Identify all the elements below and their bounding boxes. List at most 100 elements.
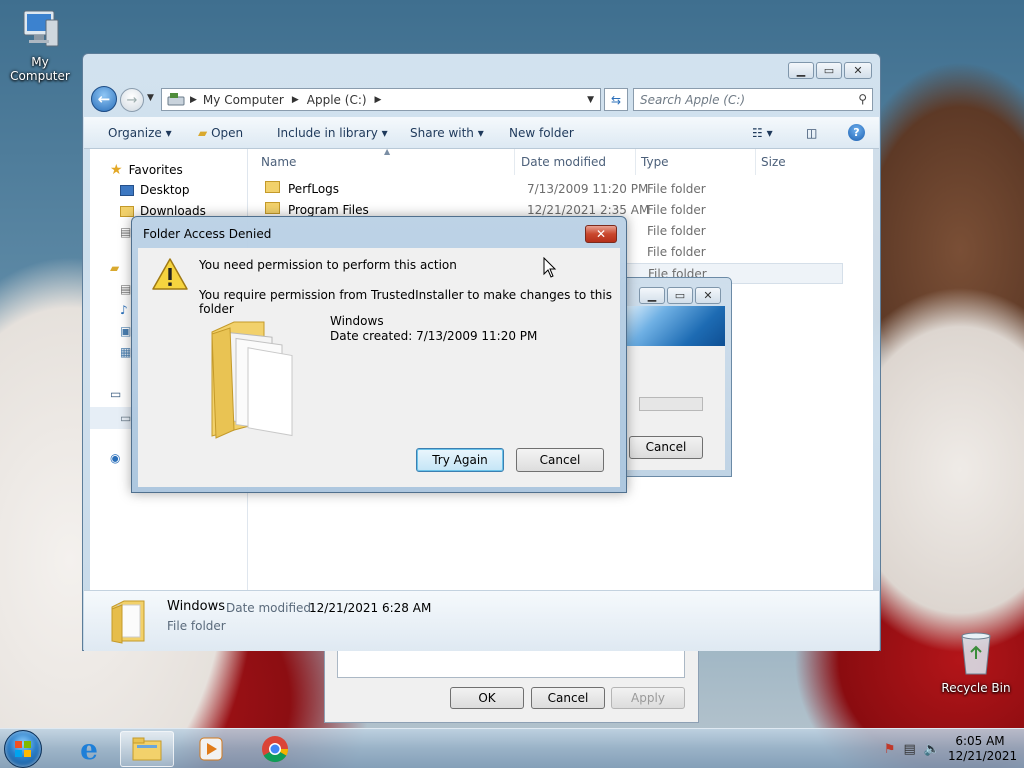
breadcrumb-drive[interactable]: Apple (C:) xyxy=(307,93,367,107)
progress-bar xyxy=(639,397,703,411)
organize-menu[interactable]: Organize ▾ xyxy=(108,126,172,140)
dialog-body: You need permission to perform this acti… xyxy=(138,248,620,487)
warning-icon xyxy=(152,258,188,290)
forward-button[interactable]: → xyxy=(120,88,144,112)
nav-libraries[interactable]: ▰ xyxy=(110,261,119,275)
nav-favorites[interactable]: ★ Favorites xyxy=(110,162,183,178)
system-tray: ⚑ ▤ 🔈 6:05 AM 12/21/2021 xyxy=(884,729,1018,768)
nav-network[interactable]: ◉ xyxy=(110,451,120,465)
taskbar-media-player[interactable] xyxy=(184,731,238,767)
close-button[interactable]: ✕ xyxy=(844,62,872,79)
refresh-button[interactable]: ⇆ xyxy=(604,88,628,111)
taskbar-internet-explorer[interactable]: e xyxy=(62,731,116,767)
network-icon[interactable]: ▤ xyxy=(904,742,916,757)
start-button[interactable] xyxy=(4,730,42,768)
folder-icon xyxy=(265,202,280,214)
column-header-type[interactable]: Type xyxy=(641,155,669,169)
open-button[interactable]: ▰ Open xyxy=(198,126,243,140)
try-again-button[interactable]: Try Again xyxy=(416,448,504,472)
dialog-cancel-button[interactable]: Cancel xyxy=(516,448,604,472)
taskbar: e ⚑ ▤ 🔈 6:05 AM 12/21/2021 xyxy=(0,728,1024,768)
details-date-label: Date modified: xyxy=(226,601,316,615)
file-operation-progress-window: ▁ ▭ ✕ Cancel xyxy=(620,277,732,477)
file-row[interactable]: PerfLogs 7/13/2009 11:20 PM File folder xyxy=(261,179,843,200)
taskbar-chrome[interactable] xyxy=(248,731,302,767)
clock-date: 12/21/2021 xyxy=(948,749,1018,763)
breadcrumb-my-computer[interactable]: My Computer xyxy=(203,93,284,107)
clock[interactable]: 6:05 AM 12/21/2021 xyxy=(948,734,1018,764)
my-computer-desktop-icon[interactable]: My Computer xyxy=(0,8,80,83)
properties-ok-button[interactable]: OK xyxy=(450,687,524,709)
minimize-icon: ▁ xyxy=(796,64,806,77)
new-folder-button[interactable]: New folder xyxy=(509,126,574,140)
minimize-button[interactable]: ▁ xyxy=(788,62,814,79)
folder-icon xyxy=(265,181,280,193)
details-pane: Windows Date modified: 12/21/2021 6:28 A… xyxy=(84,590,879,651)
change-view-button[interactable]: ☷ ▾ xyxy=(752,126,773,140)
windows-logo-icon xyxy=(15,741,31,757)
help-button[interactable]: ? xyxy=(848,124,865,141)
recycle-bin-desktop-icon[interactable]: Recycle Bin xyxy=(940,630,1012,695)
forward-arrow-icon: → xyxy=(126,92,138,108)
details-view-icon: ☷ xyxy=(752,126,763,140)
clock-time: 6:05 AM xyxy=(955,734,1005,748)
nav-desktop[interactable]: Desktop xyxy=(120,183,190,197)
documents-icon: ▤ xyxy=(120,282,132,296)
help-icon: ? xyxy=(853,126,860,139)
preview-pane-button[interactable]: ◫ xyxy=(806,126,817,140)
downloads-folder-icon xyxy=(120,205,134,217)
nav-recent-places[interactable]: ▤ xyxy=(120,225,131,239)
drive-icon: ▭ xyxy=(120,411,132,425)
minimize-button[interactable]: ▁ xyxy=(639,287,665,304)
column-header-size[interactable]: Size xyxy=(761,155,786,169)
action-center-flag-icon[interactable]: ⚑ xyxy=(884,742,896,757)
close-icon: ✕ xyxy=(703,289,713,302)
dialog-close-button[interactable]: ✕ xyxy=(585,225,617,243)
maximize-button[interactable]: ▭ xyxy=(667,287,693,304)
details-type: File folder xyxy=(167,619,226,633)
breadcrumb-separator-icon: ▶ xyxy=(374,94,382,105)
taskbar-windows-explorer[interactable] xyxy=(120,731,174,767)
close-icon: ✕ xyxy=(595,227,607,241)
column-header-date-modified[interactable]: Date modified xyxy=(521,155,606,169)
volume-icon[interactable]: 🔈 xyxy=(924,742,940,757)
maximize-icon: ▭ xyxy=(823,64,835,77)
folder-icon xyxy=(111,600,145,644)
nav-videos[interactable]: ▦ xyxy=(120,345,131,359)
properties-cancel-button[interactable]: Cancel xyxy=(531,687,605,709)
recent-pages-dropdown[interactable]: ▼ xyxy=(147,93,154,103)
drive-icon xyxy=(167,92,185,105)
chrome-icon xyxy=(262,736,289,763)
recycle-bin-icon xyxy=(961,632,991,675)
minimize-icon: ▁ xyxy=(647,289,657,302)
network-icon: ◉ xyxy=(110,451,121,465)
nav-music[interactable]: ♪ xyxy=(120,303,128,317)
column-header-name[interactable]: Name xyxy=(261,155,296,169)
music-icon: ♪ xyxy=(120,303,128,317)
computer-icon: ▭ xyxy=(110,387,122,401)
preview-pane-icon: ◫ xyxy=(806,126,818,140)
close-button[interactable]: ✕ xyxy=(695,287,721,304)
search-icon: ⚲ xyxy=(858,92,867,106)
videos-icon: ▦ xyxy=(120,345,132,359)
search-input[interactable]: Search Apple (C:) ⚲ xyxy=(633,88,873,111)
nav-documents[interactable]: ▤ xyxy=(120,282,131,296)
maximize-button[interactable]: ▭ xyxy=(816,62,842,79)
share-with-menu[interactable]: Share with ▾ xyxy=(410,126,484,140)
progress-cancel-button[interactable]: Cancel xyxy=(629,436,703,459)
properties-apply-button[interactable]: Apply xyxy=(611,687,685,709)
computer-icon xyxy=(23,10,59,47)
close-icon: ✕ xyxy=(853,64,863,77)
back-button[interactable]: ← xyxy=(91,86,117,112)
folder-icon xyxy=(211,321,293,439)
include-in-library-menu[interactable]: Include in library ▾ xyxy=(277,126,388,140)
nav-pictures[interactable]: ▣ xyxy=(120,324,131,338)
maximize-icon: ▭ xyxy=(674,289,686,302)
folder-open-icon: ▰ xyxy=(198,126,208,140)
window-controls: ▁ ▭ ✕ xyxy=(788,62,872,79)
refresh-icon: ⇆ xyxy=(610,92,622,107)
address-dropdown-icon[interactable]: ▼ xyxy=(587,95,594,105)
nav-computer[interactable]: ▭ xyxy=(110,387,121,401)
address-bar[interactable]: ▶ My Computer ▶ Apple (C:) ▶ ▼ xyxy=(161,88,601,111)
folder-icon xyxy=(132,737,162,761)
